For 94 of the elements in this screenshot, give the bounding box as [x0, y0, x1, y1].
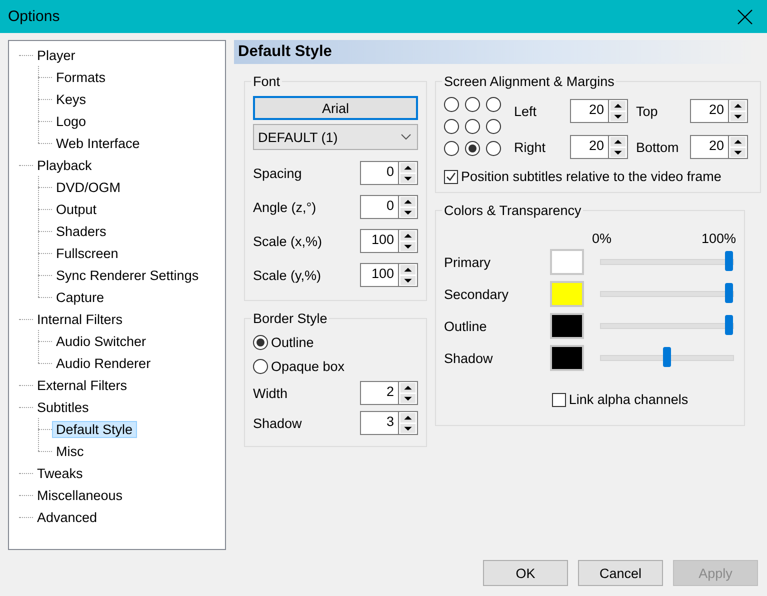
slider-thumb[interactable]	[663, 347, 671, 367]
radio-button[interactable]	[486, 140, 501, 156]
max-label: 100%	[701, 231, 736, 246]
close-icon[interactable]	[737, 8, 753, 24]
field-label: Shadow	[253, 416, 302, 430]
group-title: Colors & Transparency	[443, 203, 582, 218]
radio-button[interactable]	[253, 358, 268, 374]
checkbox-label: Link alpha channels	[568, 392, 688, 407]
tree-item[interactable]: Advanced	[33, 508, 102, 526]
field-label: Angle (z,°)	[253, 200, 316, 214]
spin-buttons[interactable]	[398, 229, 418, 253]
radio-button[interactable]	[444, 96, 459, 112]
tree-item[interactable]: Playback	[33, 156, 96, 174]
spin-buttons[interactable]	[728, 135, 748, 159]
radio-button[interactable]	[444, 140, 459, 156]
color-label: Shadow	[444, 350, 494, 366]
radio-button[interactable]	[465, 96, 480, 112]
number-field[interactable]: 20	[570, 135, 608, 159]
slider-thumb[interactable]	[725, 283, 733, 303]
tree-item[interactable]: Web Interface	[52, 134, 144, 152]
tree-item[interactable]: DVD/OGM	[52, 178, 125, 196]
radio-label: Opaque box	[271, 358, 345, 374]
radio-button[interactable]	[465, 140, 480, 156]
spin-buttons[interactable]	[608, 99, 628, 123]
slider-thumb[interactable]	[725, 251, 733, 271]
field-label: Scale (y,%)	[253, 268, 322, 282]
tree-item[interactable]: Internal Filters	[33, 310, 127, 328]
tree-item[interactable]: Formats	[52, 68, 110, 86]
checkbox[interactable]	[552, 392, 566, 406]
field-label: Scale (x,%)	[253, 234, 322, 248]
number-field[interactable]: 0	[360, 195, 398, 219]
tree-item[interactable]: Audio Switcher	[52, 332, 150, 350]
tree-item[interactable]: Player	[33, 46, 80, 64]
color-label: Outline	[444, 318, 488, 334]
tree-item[interactable]: Logo	[52, 112, 90, 130]
radio-button[interactable]	[486, 118, 501, 134]
margin-label: Top	[636, 104, 659, 118]
number-field[interactable]: 3	[360, 411, 398, 435]
number-field[interactable]: 2	[360, 381, 398, 405]
color-label: Secondary	[444, 286, 510, 302]
field-label: Width	[253, 386, 288, 400]
tree-item[interactable]: Keys	[52, 90, 90, 108]
color-swatch[interactable]	[550, 345, 584, 371]
radio-button[interactable]	[486, 96, 501, 112]
charset-dropdown[interactable]: DEFAULT (1)	[253, 124, 418, 150]
spin-buttons[interactable]	[398, 411, 418, 435]
tree-item[interactable]: Miscellaneous	[33, 486, 127, 504]
spin-buttons[interactable]	[608, 135, 628, 159]
group-title: Font	[252, 74, 282, 89]
dialog-button[interactable]: Cancel	[578, 560, 663, 586]
tree-item[interactable]: Audio Renderer	[52, 354, 155, 372]
number-field[interactable]: 0	[360, 161, 398, 185]
color-swatch[interactable]	[550, 249, 584, 275]
number-field[interactable]: 20	[690, 135, 728, 159]
tree-item[interactable]: Output	[52, 200, 101, 218]
window-title: Options	[8, 8, 60, 25]
chevron-icon	[401, 134, 411, 140]
tree-item[interactable]: Sync Renderer Settings	[52, 266, 203, 284]
number-field[interactable]: 100	[360, 263, 398, 287]
number-field[interactable]: 20	[690, 99, 728, 123]
color-swatch[interactable]	[550, 281, 584, 307]
margin-label: Left	[514, 104, 538, 118]
margin-label: Right	[514, 140, 547, 154]
min-label: 0%	[592, 231, 612, 246]
spin-buttons[interactable]	[728, 99, 748, 123]
tree-item[interactable]: Tweaks	[33, 464, 87, 482]
field-label: Spacing	[253, 166, 302, 180]
group-title: Screen Alignment & Margins	[443, 74, 616, 89]
spin-buttons[interactable]	[398, 381, 418, 405]
tree-item[interactable]: Default Style	[52, 420, 137, 438]
checkbox[interactable]	[444, 170, 458, 184]
tree-item[interactable]: Subtitles	[33, 398, 93, 416]
tree-item[interactable]: External Filters	[33, 376, 132, 394]
number-field[interactable]: 100	[360, 229, 398, 253]
radio-button[interactable]	[444, 118, 459, 134]
spin-buttons[interactable]	[398, 263, 418, 287]
tree-item[interactable]: Shaders	[52, 222, 110, 240]
font-button[interactable]: Arial	[253, 96, 418, 120]
dialog-button[interactable]: OK	[483, 560, 568, 586]
number-field[interactable]: 20	[570, 99, 608, 123]
tree-item[interactable]: Misc	[52, 442, 88, 460]
tree-item[interactable]: Capture	[52, 288, 108, 306]
slider-thumb[interactable]	[725, 315, 733, 335]
checkbox-label: Position subtitles relative to the video frame	[461, 169, 722, 184]
color-swatch[interactable]	[550, 313, 584, 339]
radio-label: Outline	[271, 334, 314, 350]
radio-button[interactable]	[253, 334, 268, 350]
group-title: Border Style	[252, 311, 328, 326]
tree-item[interactable]: Fullscreen	[52, 244, 122, 262]
margin-label: Bottom	[636, 140, 680, 154]
spin-buttons[interactable]	[398, 195, 418, 219]
color-label: Primary	[444, 254, 492, 270]
spin-buttons[interactable]	[398, 161, 418, 185]
radio-button[interactable]	[465, 118, 480, 134]
